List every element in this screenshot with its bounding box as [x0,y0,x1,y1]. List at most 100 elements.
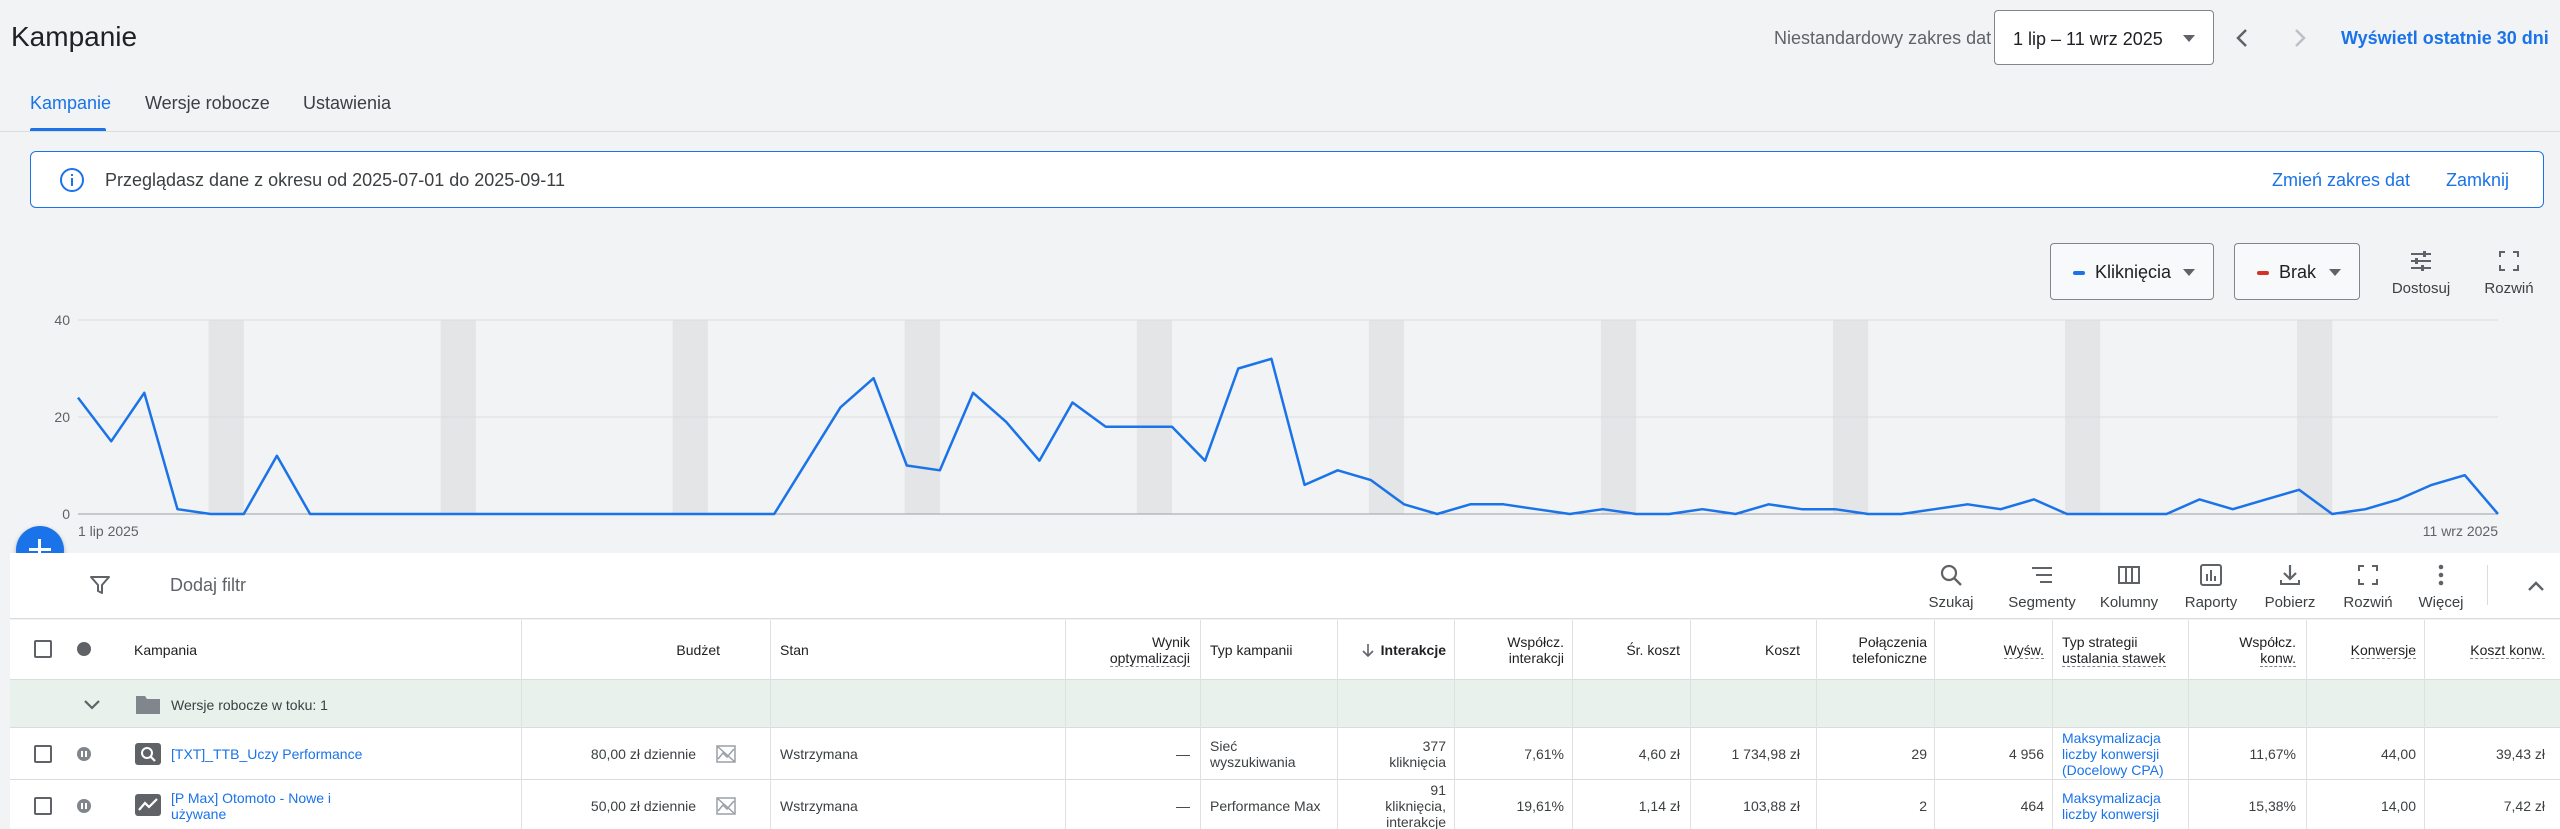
chevron-down-icon [2183,269,2195,276]
col-opt-score[interactable]: Wynik optymalizacji [1010,634,1190,667]
avg-cost-value: 1,14 zł [1638,798,1680,814]
col-status[interactable]: Stan [780,642,809,658]
bid-strategy-line1: Maksymalizacja [2062,730,2161,746]
change-range-link[interactable]: Zmień zakres dat [2272,170,2410,191]
bid-strategy-link[interactable]: Maksymalizacja liczby konwersji [2062,790,2161,822]
page-header: Kampanie Niestandardowy zakres dat 1 lip… [0,0,2560,74]
tab-campaigns[interactable]: Kampanie [30,93,111,114]
campaign-name-link[interactable]: [P Max] Otomoto - Nowe i używane [171,790,331,822]
drafts-group-row[interactable]: Wersje robocze w toku: 1 [10,680,2560,728]
conv-rate-value: 15,38% [2248,798,2296,814]
row-checkbox[interactable] [34,745,52,763]
expand-chart-button[interactable]: Rozwiń [2478,248,2540,297]
close-banner-link[interactable]: Zamknij [2446,170,2509,191]
col-bid-strategy-line2: ustalania stawek [2062,650,2166,667]
metric2-select[interactable]: Brak [2234,243,2360,300]
col-conversions[interactable]: Konwersje [2310,642,2416,659]
tab-settings[interactable]: Ustawienia [303,93,391,114]
avg-cost-value: 4,60 zł [1638,746,1680,762]
interactions-value: 377 kliknięcia [1340,738,1446,770]
add-filter-input[interactable]: Dodaj filtr [170,575,246,596]
budget-value[interactable]: 50,00 zł dziennie [510,798,696,814]
y-tick-label: 0 [62,506,70,522]
customize-chart-button[interactable]: Dostosuj [2390,248,2452,297]
last-30-days-link[interactable]: Wyświetl ostatnie 30 dni [2341,28,2549,49]
x-start-label: 1 lip 2025 [78,523,139,539]
column-divider [1816,620,1817,829]
tab-bar: Kampanie Wersje robocze Ustawienia [0,80,2560,132]
reports-button[interactable]: Raporty [2180,562,2242,611]
column-divider [770,620,771,829]
metric1-select[interactable]: Kliknięcia [2050,243,2214,300]
col-conv-rate[interactable]: Współcz. konw. [2210,634,2296,667]
col-impressions[interactable]: Wyśw. [1940,642,2044,659]
col-campaign[interactable]: Kampania [134,642,197,658]
col-campaign-type[interactable]: Typ kampanii [1210,642,1292,658]
campaign-type-line2: wyszukiwania [1210,754,1296,770]
budget-chart-icon [716,745,736,763]
chevron-down-icon[interactable] [80,692,104,716]
columns-label: Kolumny [2099,594,2159,611]
interactions-line1: 91 [1430,782,1446,798]
opt-score-value: — [1176,746,1190,762]
expand-table-button[interactable]: Rozwiń [2337,562,2399,611]
col-interactions[interactable]: Interakcje [1340,642,1446,658]
date-range-label: Niestandardowy zakres dat [1774,28,1992,48]
column-divider [2188,620,2189,829]
col-cost[interactable]: Koszt [1700,642,1800,658]
download-icon [2280,565,2300,585]
col-budget[interactable]: Budżet [520,642,720,658]
filter-toolbar: Dodaj filtr Szukaj Segmenty Kolumny Rapo… [10,553,2560,619]
columns-icon [2118,566,2140,584]
column-divider [1337,620,1338,829]
chevron-up-icon[interactable] [2523,573,2549,599]
interactions-value: 91 kliknięcia, interakcje [1340,782,1446,829]
select-all-checkbox[interactable] [34,640,52,658]
more-button[interactable]: Więcej [2410,562,2472,611]
page-title: Kampanie [11,21,138,52]
chevron-down-icon [2329,269,2341,276]
cost-conv-value: 39,43 zł [2495,746,2545,762]
customize-label: Dostosuj [2391,280,2451,297]
table-row: [TXT]_TTB_Uczy Performance 80,00 zł dzie… [10,728,2560,780]
search-label: Szukaj [1928,594,1974,611]
search-button[interactable]: Szukaj [1920,562,1982,611]
date-range-select[interactable]: 1 lip – 11 wrz 2025 [1994,10,2214,65]
interactions-line2: kliknięcia, [1385,798,1446,814]
info-icon [60,168,84,192]
bid-strategy-line2: liczby konwersji [2062,746,2160,762]
segments-icon [2032,567,2052,583]
column-divider [1572,620,1573,829]
col-opt-score-line1: Wynik [1152,634,1190,650]
campaign-type-value: Sieć wyszukiwania [1210,738,1296,770]
campaign-name-link[interactable]: [TXT]_TTB_Uczy Performance [171,746,362,762]
col-cost-conv[interactable]: Koszt konw. [2430,642,2545,659]
col-interaction-rate[interactable]: Współcz. interakcji [1460,634,1564,666]
drafts-group-label: Wersje robocze w toku: 1 [171,697,328,713]
tab-drafts[interactable]: Wersje robocze [145,93,270,114]
column-divider [1934,620,1935,829]
bid-strategy-link[interactable]: Maksymalizacja liczby konwersji (Docelow… [2062,730,2164,778]
col-avg-cost[interactable]: Śr. koszt [1580,642,1680,658]
interactions-line1: 377 [1422,738,1446,754]
cost-value: 1 734,98 zł [1731,746,1801,762]
filter-icon[interactable] [88,573,112,597]
col-bid-strategy[interactable]: Typ strategii ustalania stawek [2062,634,2166,667]
download-button[interactable]: Pobierz [2259,562,2321,611]
reports-label: Raporty [2184,594,2238,611]
budget-value[interactable]: 80,00 zł dziennie [510,746,696,762]
performance-max-icon [135,794,161,816]
campaign-type-line1: Sieć [1210,738,1238,754]
chevron-left-icon[interactable] [2227,22,2259,54]
date-range-value: 1 lip – 11 wrz 2025 [2013,29,2163,49]
segments-button[interactable]: Segmenty [2007,562,2077,611]
chevron-right-icon[interactable] [2283,22,2315,54]
campaign-type-value: Performance Max [1210,798,1321,814]
columns-button[interactable]: Kolumny [2096,562,2162,611]
row-checkbox[interactable] [34,797,52,815]
col-phone-calls-line1: Połączenia [1858,634,1928,650]
col-phone-calls[interactable]: Połączenia telefoniczne [1815,634,1927,666]
expand-table-label: Rozwiń [2343,594,2393,611]
interactions-line2: kliknięcia [1389,754,1446,770]
col-impressions-label: Wyśw. [2003,642,2044,659]
